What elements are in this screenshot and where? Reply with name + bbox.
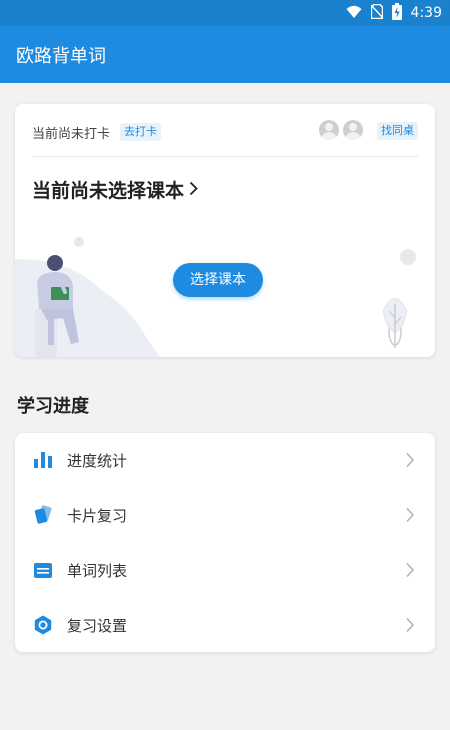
menu-item-label: 复习设置 [67,616,128,635]
progress-section-title: 学习进度 [17,396,89,417]
menu-item-progress-stats[interactable]: 进度统计 [15,433,435,487]
menu-item-card-review[interactable]: 卡片复习 [15,488,435,542]
menu-item-review-settings[interactable]: 复习设置 [15,598,435,652]
checkin-button[interactable]: 去打卡 [120,123,162,141]
no-book-title: 当前尚未选择课本 [32,180,185,202]
chevron-right-icon [405,562,415,578]
app-bar: 欧路背单词 [0,26,450,83]
chevron-right-icon [405,507,415,523]
status-time: 4:39 [410,5,442,21]
checkin-status: 当前尚未打卡 [32,126,111,142]
progress-menu: 进度统计 卡片复习 单词列表 复习设置 [15,433,435,652]
chevron-right-icon [189,179,198,201]
app-title: 欧路背单词 [16,46,106,67]
battery-charging-icon [391,2,402,24]
select-textbook-link[interactable]: 当前尚未选择课本 [32,176,198,203]
no-sim-icon [370,3,384,23]
settings-hexagon-icon [33,615,53,635]
menu-item-word-list[interactable]: 单词列表 [15,543,435,597]
status-icons: 4:39 [346,2,442,24]
chevron-right-icon [405,617,415,633]
menu-item-label: 进度统计 [67,451,128,470]
checkin-row: 当前尚未打卡 去打卡 [32,122,162,142]
avatar [319,120,339,140]
status-bar: 4:39 [0,0,450,26]
select-book-button[interactable]: 选择课本 [173,263,263,297]
flash-cards-icon [33,505,53,525]
book-card: 当前尚未打卡 去打卡 找同桌 当前尚未选择课本 选择课本 [15,104,435,357]
avatar [343,120,363,140]
wifi-icon [346,4,362,23]
word-list-icon [33,560,53,580]
card-divider [32,156,418,157]
menu-item-label: 单词列表 [67,561,128,580]
bar-chart-icon [33,450,53,470]
deskmate-avatars [319,120,363,140]
find-deskmate-button[interactable]: 找同桌 [377,122,418,140]
menu-item-label: 卡片复习 [67,506,128,525]
chevron-right-icon [405,452,415,468]
